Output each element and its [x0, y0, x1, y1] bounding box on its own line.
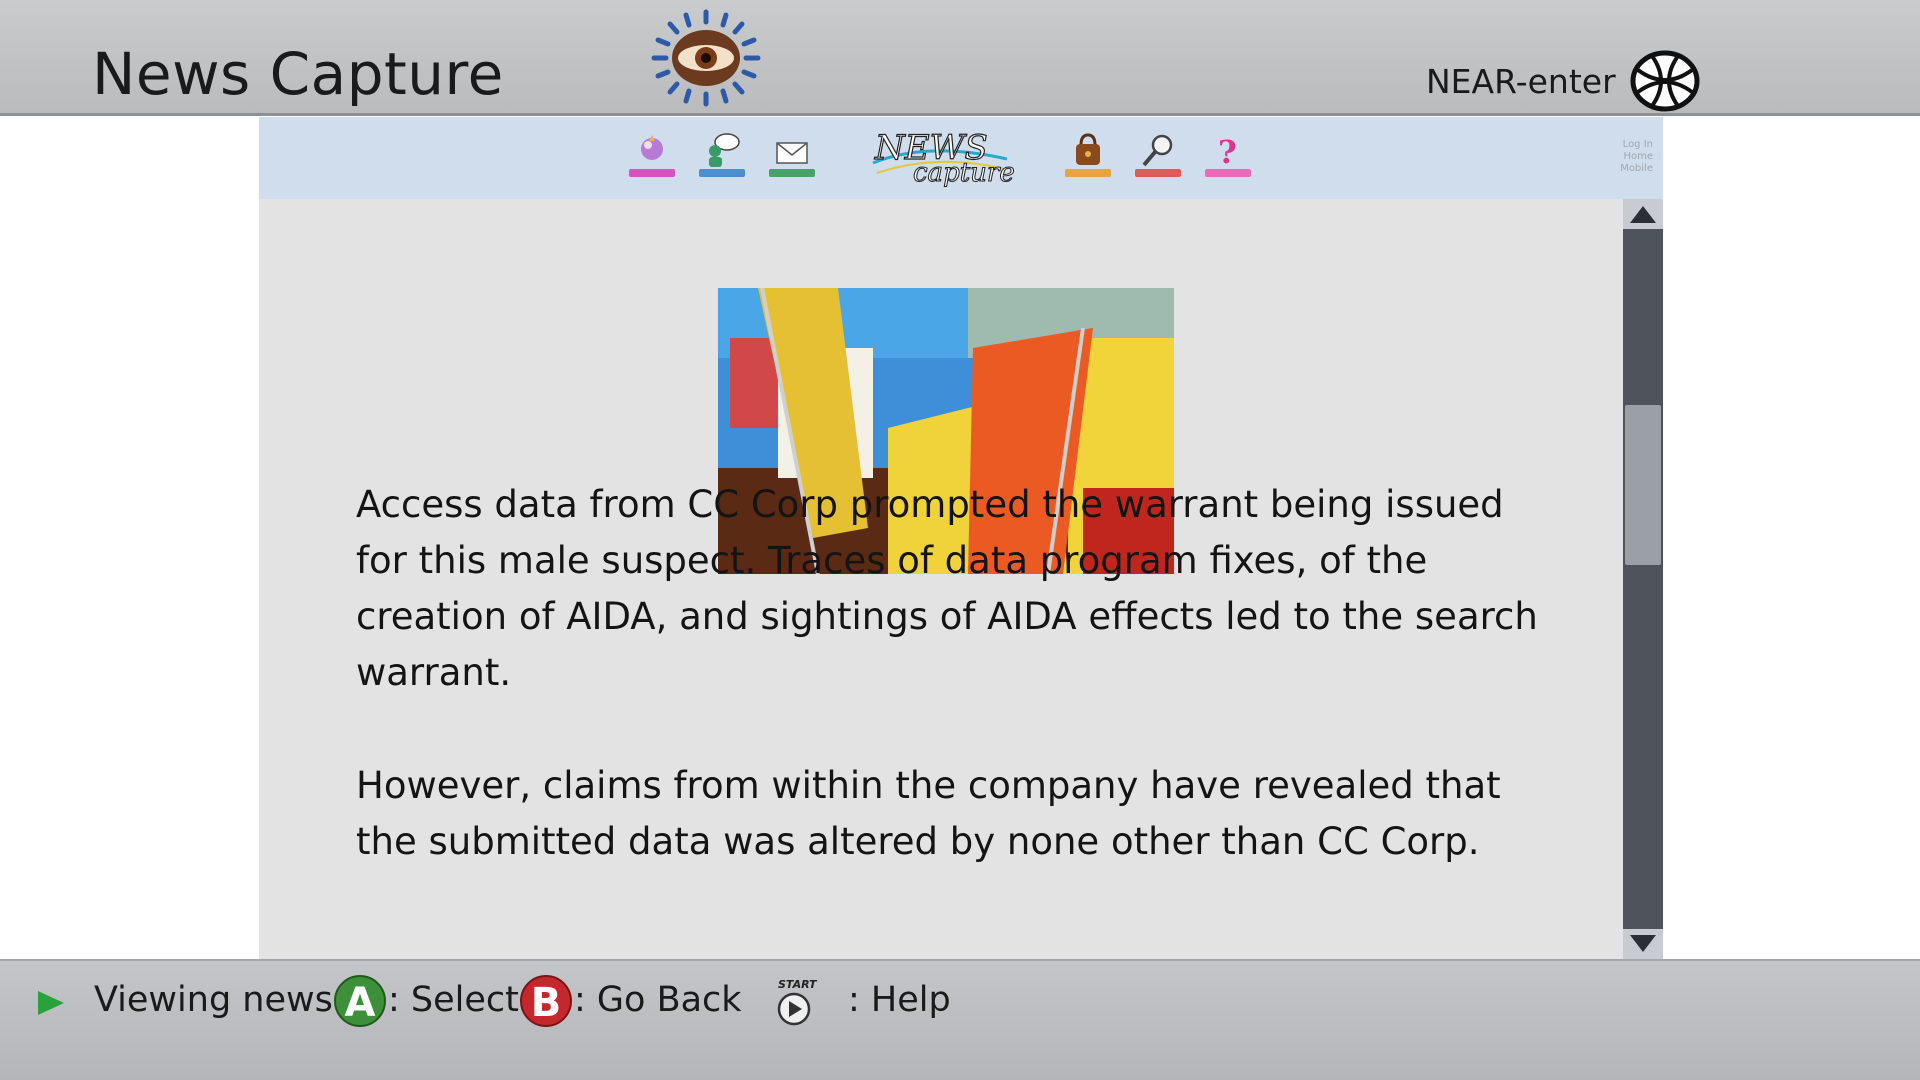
title-bar: News Capture NEAR-enter — [0, 0, 1920, 116]
mobile-link[interactable]: Mobile — [1620, 163, 1653, 175]
article-paragraph-2: However, claims from within the company … — [356, 764, 1501, 863]
chat-icon[interactable] — [699, 131, 745, 177]
eye-emblem-icon — [651, 9, 761, 107]
globe-icon[interactable] — [1630, 50, 1700, 112]
scrollbar-thumb[interactable] — [1625, 405, 1661, 565]
near-enter-label: NEAR-enter — [1426, 62, 1616, 101]
mini-links: Log In Home Mobile — [1620, 139, 1653, 175]
profile-icon[interactable] — [629, 131, 675, 177]
help-icon[interactable]: ? — [1205, 131, 1251, 177]
logo-text-bottom: capture — [913, 158, 1015, 188]
news-capture-logo[interactable]: NEWS capture — [867, 123, 1017, 189]
mail-icon[interactable] — [769, 131, 815, 177]
arrow-down-icon — [1630, 935, 1656, 952]
scroll-up-button[interactable] — [1623, 199, 1663, 229]
svg-text:?: ? — [1218, 133, 1237, 169]
article-paragraph-1: Access data from CC Corp prompted the wa… — [356, 483, 1538, 694]
scroll-down-button[interactable] — [1623, 929, 1663, 959]
search-icon[interactable] — [1135, 131, 1181, 177]
start-button-icon: START — [777, 978, 818, 1026]
svg-text:START: START — [778, 978, 818, 991]
go-back-label: : Go Back — [574, 980, 742, 1020]
app-title: News Capture — [92, 40, 504, 108]
site-navigation: NEWS capture ? Log In Home Mobile — [259, 117, 1663, 199]
b-button-icon: B — [520, 975, 572, 1027]
status-text: Viewing news. — [94, 980, 345, 1020]
shop-bag-icon[interactable] — [1065, 131, 1111, 177]
article-content: Access data from CC Corp prompted the wa… — [259, 199, 1623, 959]
vertical-scrollbar[interactable] — [1623, 199, 1663, 959]
select-label: : Select — [388, 980, 519, 1020]
help-label: : Help — [848, 980, 951, 1020]
play-arrow-icon — [38, 991, 64, 1015]
a-button-icon: A — [334, 975, 386, 1027]
login-link[interactable]: Log In — [1620, 139, 1653, 151]
arrow-up-icon — [1630, 206, 1656, 223]
home-link[interactable]: Home — [1620, 151, 1653, 163]
controls-bar: Viewing news. A : Select B : Go Back STA… — [0, 959, 1920, 1080]
